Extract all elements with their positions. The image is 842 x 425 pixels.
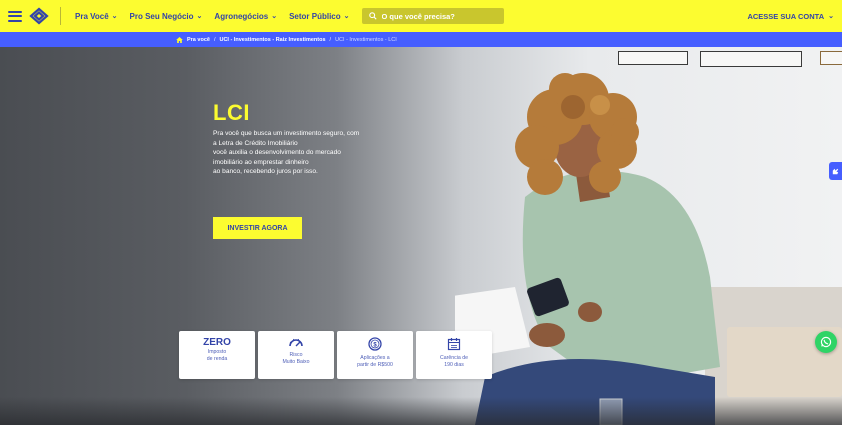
hamburger-menu-icon[interactable]	[8, 10, 22, 22]
feature-text: Imposto	[207, 349, 227, 355]
nav-pro-seu-negocio[interactable]: Pro Seu Negócio ⌄	[130, 12, 203, 21]
access-account-button[interactable]: ACESSE SUA CONTA ⌄	[747, 0, 834, 32]
breadcrumb-separator: /	[329, 36, 332, 43]
home-icon[interactable]	[176, 36, 183, 43]
invest-now-button[interactable]: INVESTIR AGORA	[213, 217, 302, 239]
coin-icon: $	[368, 337, 382, 351]
nav-label: Pra Você	[75, 11, 109, 21]
gauge-icon	[289, 338, 303, 347]
nav-label: Setor Público	[289, 11, 341, 21]
banco-do-brasil-logo-icon[interactable]	[28, 6, 50, 26]
description-line: imobiliário ao emprestar dinheiro	[213, 158, 309, 166]
chevron-down-icon: ⌄	[828, 13, 834, 20]
search-input[interactable]	[381, 11, 502, 21]
feature-card-tax: ZERO Imposto de renda	[179, 331, 255, 379]
chevron-down-icon: ⌄	[343, 13, 350, 20]
chevron-down-icon: ⌄	[271, 13, 278, 20]
accessibility-button[interactable]	[829, 162, 842, 180]
feature-big-text: ZERO	[203, 337, 231, 348]
nav-divider	[60, 7, 61, 25]
breadcrumb-link-pra-voce[interactable]: Pra você	[187, 37, 210, 43]
feature-text: Aplicações a	[360, 355, 390, 361]
chevron-down-icon: ⌄	[111, 13, 118, 20]
chevron-down-icon: ⌄	[196, 13, 203, 20]
feature-text: de renda	[206, 356, 228, 362]
feature-card-minimum: $ Aplicações a partir de R$500	[337, 331, 413, 379]
description-line: ao banco, recebendo juros por isso.	[213, 168, 318, 176]
search-icon	[368, 12, 377, 20]
breadcrumb-link-raiz[interactable]: UCI - Investimentos - Raiz Investimentos	[219, 37, 325, 43]
description-line: você auxilia o desenvolvimento do mercad…	[213, 149, 341, 157]
search-box[interactable]	[361, 8, 504, 24]
breadcrumb-current: UCI - Investimentos - LCI	[335, 36, 397, 43]
hero-description: Pra você que busca um investimento segur…	[213, 129, 423, 177]
feature-card-risk: Risco Muito Baixo	[258, 331, 334, 379]
page-title: LCI	[213, 100, 250, 125]
feature-text: Carência de	[440, 355, 468, 361]
description-line: a Letra de Crédito Imobiliário	[213, 139, 298, 147]
nav-agronegocios[interactable]: Agronegócios ⌄	[214, 12, 277, 21]
feature-text: Muito Baixo	[282, 359, 310, 365]
breadcrumb: Pra você / UCI - Investimentos - Raiz In…	[0, 32, 842, 47]
calendar-icon	[447, 338, 461, 351]
woman-with-phone-image	[455, 73, 842, 425]
feature-text: partir de R$500	[357, 362, 393, 368]
feature-cards: ZERO Imposto de renda Risco Muito Baixo …	[179, 331, 492, 379]
nav-pra-voce[interactable]: Pra Você ⌄	[75, 12, 118, 21]
feature-text: Risco	[289, 352, 303, 358]
account-label: ACESSE SUA CONTA	[747, 11, 825, 21]
sign-language-icon	[832, 168, 839, 174]
chat-button[interactable]	[815, 331, 837, 353]
nav-label: Pro Seu Negócio	[129, 11, 194, 21]
whatsapp-icon	[820, 336, 832, 348]
description-line: Pra você que busca um investimento segur…	[213, 130, 360, 137]
floor-shadow	[0, 397, 842, 425]
nav-setor-publico[interactable]: Setor Público ⌄	[289, 12, 349, 21]
feature-text: 190 dias	[444, 362, 464, 368]
feature-card-grace: Carência de 190 dias	[416, 331, 492, 379]
breadcrumb-separator: /	[213, 36, 216, 43]
nav-label: Agronegócios	[214, 11, 269, 21]
hero-banner: LCI Pra você que busca um investimento s…	[0, 47, 842, 425]
top-navigation-bar: Pra Você ⌄ Pro Seu Negócio ⌄ Agronegócios ⌄…	[0, 0, 842, 32]
